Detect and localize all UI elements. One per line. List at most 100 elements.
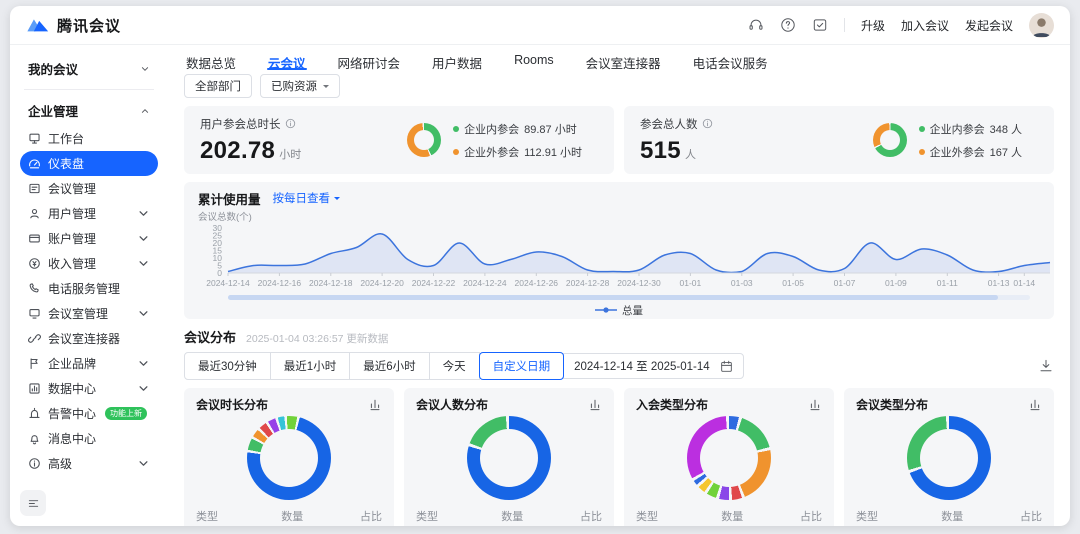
sidebar-item-meeting-management[interactable]: 会议管理 [20,176,158,201]
sidebar-item-revenue-management[interactable]: 收入管理 [20,251,158,276]
range-button-last-1h[interactable]: 最近1小时 [270,352,350,380]
sidebar-item-room-connector[interactable]: 会议室连接器 [20,326,158,351]
column-header: 占比 [538,508,602,524]
info-icon[interactable] [702,118,713,129]
tab-room-connector[interactable]: 会议室连接器 [584,51,663,72]
column-header: 数量 [927,508,978,524]
stat-cards: 用户参会总时长202.78小时企业内参会89.87 小时企业外参会112.91 … [184,106,1054,174]
usage-chart-svg: 0510152025302024-12-142024-12-162024-12-… [198,223,1058,293]
range-button-last-6h[interactable]: 最近6小时 [349,352,429,380]
donut-hole [260,429,318,487]
range-button-today[interactable]: 今天 [429,352,480,380]
tab-user-data[interactable]: 用户数据 [430,51,484,72]
svg-text:01-14: 01-14 [1013,278,1035,288]
chevron-down-icon [323,85,329,91]
sidebar-item-label: 用户管理 [48,205,96,222]
range-button-custom-date[interactable]: 自定义日期 [479,352,565,380]
sidebar-item-label: 电话服务管理 [48,280,120,297]
usage-line-chart: 0510152025302024-12-142024-12-162024-12-… [198,223,1040,293]
brand-icon [28,357,41,370]
stat-card-info: 用户参会总时长202.78小时 [200,116,301,165]
tab-pstn-service[interactable]: 电话会议服务 [691,51,770,72]
tab-data-overview[interactable]: 数据总览 [184,51,238,72]
app-title: 腾讯会议 [57,15,121,36]
advanced-icon [28,457,41,470]
sidebar-item-workbench[interactable]: 工作台 [20,126,158,151]
dashboard-icon [28,157,41,170]
sidebar-item-my-meetings[interactable]: 我的会议 [20,53,158,84]
sidebar-item-phone-service[interactable]: 电话服务管理 [20,276,158,301]
upgrade-link[interactable]: 升级 [861,17,885,34]
sidebar-item-label: 仪表盘 [48,155,84,172]
phone-icon [28,282,41,295]
download-button[interactable] [1038,358,1054,374]
tab-rooms[interactable]: Rooms [512,51,556,72]
column-header: 类型 [856,508,927,524]
sidebar-item-message-center[interactable]: 消息中心 [20,426,158,451]
info-icon[interactable] [285,118,296,129]
stat-card: 用户参会总时长202.78小时企业内参会89.87 小时企业外参会112.91 … [184,106,614,174]
user-icon [28,207,41,220]
tab-cloud-meeting[interactable]: 云会议 [266,51,308,72]
sidebar-item-enterprise-brand[interactable]: 企业品牌 [20,351,158,376]
range-button-last-30min[interactable]: 最近30分钟 [184,352,271,380]
sidebar-item-account-management[interactable]: 账户管理 [20,226,158,251]
bar-chart-icon[interactable] [588,397,602,411]
distribution-card-duration: 会议时长分布类型数量占比0-15分钟16573.99% [184,388,394,526]
donut-wrap [856,416,1042,500]
sidebar-item-enterprise-management[interactable]: 企业管理 [20,95,158,126]
alert-icon [28,407,41,420]
column-header: 占比 [978,508,1042,524]
time-range-slider-fill[interactable] [228,295,998,300]
bar-chart-icon[interactable] [808,397,822,411]
line-marker-icon [595,306,617,314]
sidebar-item-dashboard[interactable]: 仪表盘 [20,151,158,176]
distribution-card-title: 入会类型分布 [636,396,708,413]
donut-chart [247,416,331,500]
sidebar-item-user-management[interactable]: 用户管理 [20,201,158,226]
y-axis-label: 会议总数(个) [198,209,1040,223]
avatar[interactable] [1029,13,1054,38]
legend-label: 企业外参会 [464,144,519,160]
collapse-sidebar-button[interactable] [20,490,46,516]
start-meeting-link[interactable]: 发起会议 [965,17,1013,34]
svg-text:01-09: 01-09 [885,278,907,288]
sidebar-item-alert-center[interactable]: 告警中心功能上新 [20,401,158,426]
legend-dot [453,149,459,155]
distribution-card-join-type: 入会类型分布类型数量占比PSTN61.21% [624,388,834,526]
sidebar-item-label: 告警中心 [48,405,96,422]
svg-text:01-03: 01-03 [731,278,753,288]
join-meeting-link[interactable]: 加入会议 [901,17,949,34]
meeting-icon [28,182,41,195]
donut-hole [480,429,538,487]
my-meetings-label: 我的会议 [28,59,78,78]
help-icon[interactable] [780,17,796,33]
sidebar-item-label: 数据中心 [48,380,96,397]
date-range-input[interactable]: 2024-12-14 至 2025-01-14 [563,353,744,379]
donut-wrap [416,416,602,500]
svg-text:30: 30 [213,223,223,233]
support-headset-icon[interactable] [748,17,764,33]
bar-chart-icon[interactable] [368,397,382,411]
usage-chart-card: 累计使用量 按每日查看 会议总数(个) 0510152025302024-12-… [184,182,1054,319]
sidebar-item-data-center[interactable]: 数据中心 [20,376,158,401]
chevron-down-icon [137,457,150,470]
top-tabs: 数据总览 云会议 网络研讨会 用户数据 Rooms 会议室连接器 电话会议服务 [184,51,1054,72]
stat-title-row: 用户参会总时长 [200,116,301,132]
bar-chart-icon[interactable] [1028,397,1042,411]
stat-card: 参会总人数515人企业内参会348 人企业外参会167 人 [624,106,1054,174]
view-by-day-dropdown[interactable]: 按每日查看 [273,190,341,206]
collapse-sidebar-icon [27,497,40,510]
sidebar-item-room-management[interactable]: 会议室管理 [20,301,158,326]
sidebar-item-advanced[interactable]: 高级 [20,451,158,476]
time-range-slider[interactable] [228,295,1030,300]
filter-chip-all-departments[interactable]: 全部部门 [184,74,252,98]
connector-icon [28,332,41,345]
tencent-meeting-logo-icon [26,15,50,35]
inbox-icon[interactable] [812,17,828,33]
filter-chip-purchased-resources[interactable]: 已购资源 [260,74,340,98]
stat-legend: 企业内参会348 人企业外参会167 人 [919,121,1022,160]
usage-chart-header: 累计使用量 按每日查看 [198,190,1040,206]
donut-wrap [196,416,382,500]
tab-webinar[interactable]: 网络研讨会 [336,51,403,72]
